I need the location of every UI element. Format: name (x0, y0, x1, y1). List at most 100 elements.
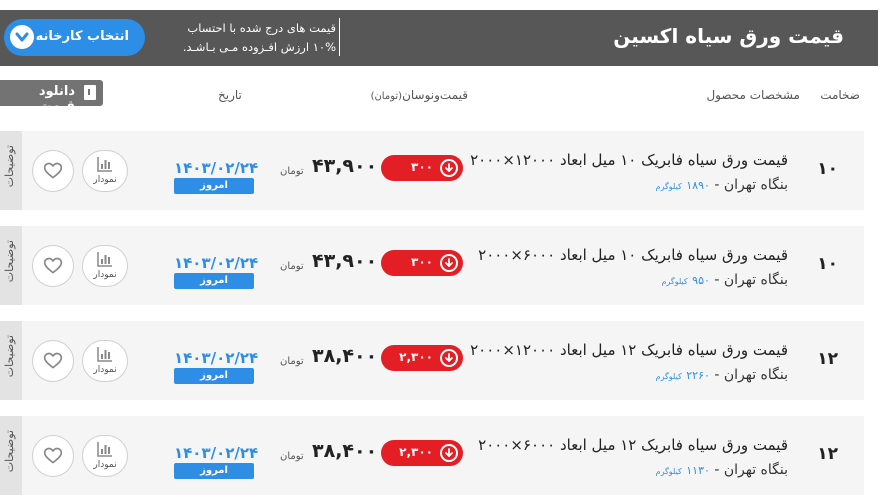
header-divider (339, 18, 340, 56)
download-price-button[interactable]: دانلود قیمت (0, 80, 103, 114)
page-title: قیمت ورق سیاه اکسین (613, 24, 844, 48)
favorite-button[interactable] (32, 435, 74, 477)
column-header-date: تاریخ (218, 88, 242, 102)
product-weight: ۱۱۳۰ (686, 464, 710, 477)
thickness-value: ۱۰ (817, 254, 838, 274)
vat-note-line1: قیمت های درج شده با احتساب (187, 21, 336, 35)
page-header: قیمت ورق سیاه اکسین قیمت های درج شده با … (0, 10, 878, 66)
select-factory-label: انتخاب کارخانه (35, 29, 129, 44)
heart-icon (43, 447, 63, 464)
chart-button[interactable]: نمودار (82, 245, 128, 287)
price-unit: تومان (280, 356, 304, 367)
warehouse-label: بنگاه تهران - (709, 272, 788, 288)
description-tab[interactable]: توضیحات (0, 131, 22, 210)
price-change-badge: ۳۰۰ (381, 250, 463, 276)
price-date: ۱۴۰۳/۰۲/۲۴ (174, 349, 259, 367)
table-row: توضیحات نمودار ۱۴۰۳/۰۲/۲۴ امروز تومان ۴۳… (0, 131, 864, 210)
product-warehouse: بنگاه تهران - ۱۸۹۰ کیلوگرم (656, 177, 788, 193)
heart-icon (43, 257, 63, 274)
price-change-value: ۳۰۰ (411, 160, 433, 174)
chart-button[interactable]: نمودار (82, 435, 128, 477)
chart-button[interactable]: نمودار (82, 340, 128, 382)
bar-chart-icon (97, 252, 112, 267)
chevron-down-icon (10, 25, 34, 49)
weight-unit: کیلوگرم (661, 277, 688, 286)
price-change-value: ۲,۳۰۰ (399, 350, 433, 364)
price-change-value: ۳۰۰ (411, 255, 433, 269)
vat-note-line2: ۱۰% ارزش افـزوده مـی بـاشـد. (182, 40, 336, 54)
weight-unit: کیلوگرم (655, 467, 682, 476)
thickness-value: ۱۲ (817, 349, 838, 369)
product-warehouse: بنگاه تهران - ۹۵۰ کیلوگرم (662, 272, 788, 288)
description-tab[interactable]: توضیحات (0, 226, 22, 305)
chart-button-label: نمودار (93, 175, 117, 185)
price-value: ۴۳,۹۰۰ (312, 250, 378, 272)
heart-icon (43, 352, 63, 369)
table-row: توضیحات نمودار ۱۴۰۳/۰۲/۲۴ امروز تومان ۳۸… (0, 321, 864, 400)
table-row: توضیحات نمودار ۱۴۰۳/۰۲/۲۴ امروز تومان ۳۸… (0, 416, 864, 495)
bar-chart-icon (97, 347, 112, 362)
price-date: ۱۴۰۳/۰۲/۲۴ (174, 444, 259, 462)
bar-chart-icon (97, 157, 112, 172)
price-date: ۱۴۰۳/۰۲/۲۴ (174, 254, 259, 272)
select-factory-button[interactable]: انتخاب کارخانه (4, 19, 145, 56)
favorite-button[interactable] (32, 340, 74, 382)
thickness-value: ۱۰ (817, 159, 838, 179)
product-weight: ۱۸۹۰ (686, 179, 710, 192)
chart-button-label: نمودار (93, 365, 117, 375)
price-value: ۴۳,۹۰۰ (312, 155, 378, 177)
today-badge: امروز (174, 368, 254, 384)
description-tab-label: توضیحات (3, 145, 16, 188)
today-badge: امروز (174, 178, 254, 194)
today-badge: امروز (174, 463, 254, 479)
description-tab-label: توضیحات (3, 335, 16, 378)
favorite-button[interactable] (32, 245, 74, 287)
price-change-badge: ۲,۳۰۰ (381, 440, 463, 466)
heart-icon (43, 162, 63, 179)
description-tab[interactable]: توضیحات (0, 416, 22, 495)
arrow-down-icon (440, 349, 458, 367)
warehouse-label: بنگاه تهران - (709, 177, 788, 193)
arrow-down-icon (440, 444, 458, 462)
price-unit: تومان (280, 451, 304, 462)
weight-unit: کیلوگرم (655, 372, 682, 381)
column-header-thickness: ضخامت (820, 88, 860, 102)
arrow-down-icon (440, 159, 458, 177)
price-change-badge: ۲,۳۰۰ (381, 345, 463, 371)
price-value: ۳۸,۴۰۰ (312, 440, 378, 462)
thickness-value: ۱۲ (817, 444, 838, 464)
bar-chart-icon (97, 442, 112, 457)
product-name[interactable]: قیمت ورق سیاه فابریک ۱۰ میل ابعاد ۶۰۰۰×۲… (478, 246, 788, 264)
column-header-price-unit: (تومان) (370, 91, 403, 102)
column-header-specs: مشخصات محصول (706, 88, 800, 102)
description-tab-label: توضیحات (3, 240, 16, 283)
chart-button-label: نمودار (93, 460, 117, 470)
product-name[interactable]: قیمت ورق سیاه فابریک ۱۲ میل ابعاد ۶۰۰۰×۲… (478, 436, 788, 454)
warehouse-label: بنگاه تهران - (709, 367, 788, 383)
product-name[interactable]: قیمت ورق سیاه فابریک ۱۲ میل ابعاد ۱۲۰۰۰×… (470, 341, 788, 359)
column-header-price: قیمت‌ونوسان(تومان) (371, 88, 468, 102)
price-change-value: ۲,۳۰۰ (399, 445, 433, 459)
product-name[interactable]: قیمت ورق سیاه فابریک ۱۰ میل ابعاد ۱۲۰۰۰×… (470, 151, 788, 169)
price-change-badge: ۳۰۰ (381, 155, 463, 181)
price-unit: تومان (280, 166, 304, 177)
download-price-label: دانلود قیمت (38, 84, 75, 114)
today-badge: امروز (174, 273, 254, 289)
product-weight: ۹۵۰ (692, 274, 710, 287)
price-value: ۳۸,۴۰۰ (312, 345, 378, 367)
vat-note: قیمت های درج شده با احتساب ۱۰% ارزش افـز… (168, 19, 336, 57)
arrow-down-icon (440, 254, 458, 272)
weight-unit: کیلوگرم (655, 182, 682, 191)
price-unit: تومان (280, 261, 304, 272)
product-warehouse: بنگاه تهران - ۲۲۶۰ کیلوگرم (656, 367, 788, 383)
table-row: توضیحات نمودار ۱۴۰۳/۰۲/۲۴ امروز تومان ۴۳… (0, 226, 864, 305)
file-download-icon (84, 85, 96, 100)
chart-button-label: نمودار (93, 270, 117, 280)
product-weight: ۲۲۶۰ (686, 369, 710, 382)
column-header-price-label: قیمت‌ونوسان (402, 88, 468, 102)
description-tab-label: توضیحات (3, 430, 16, 473)
chart-button[interactable]: نمودار (82, 150, 128, 192)
description-tab[interactable]: توضیحات (0, 321, 22, 400)
favorite-button[interactable] (32, 150, 74, 192)
price-date: ۱۴۰۳/۰۲/۲۴ (174, 159, 259, 177)
